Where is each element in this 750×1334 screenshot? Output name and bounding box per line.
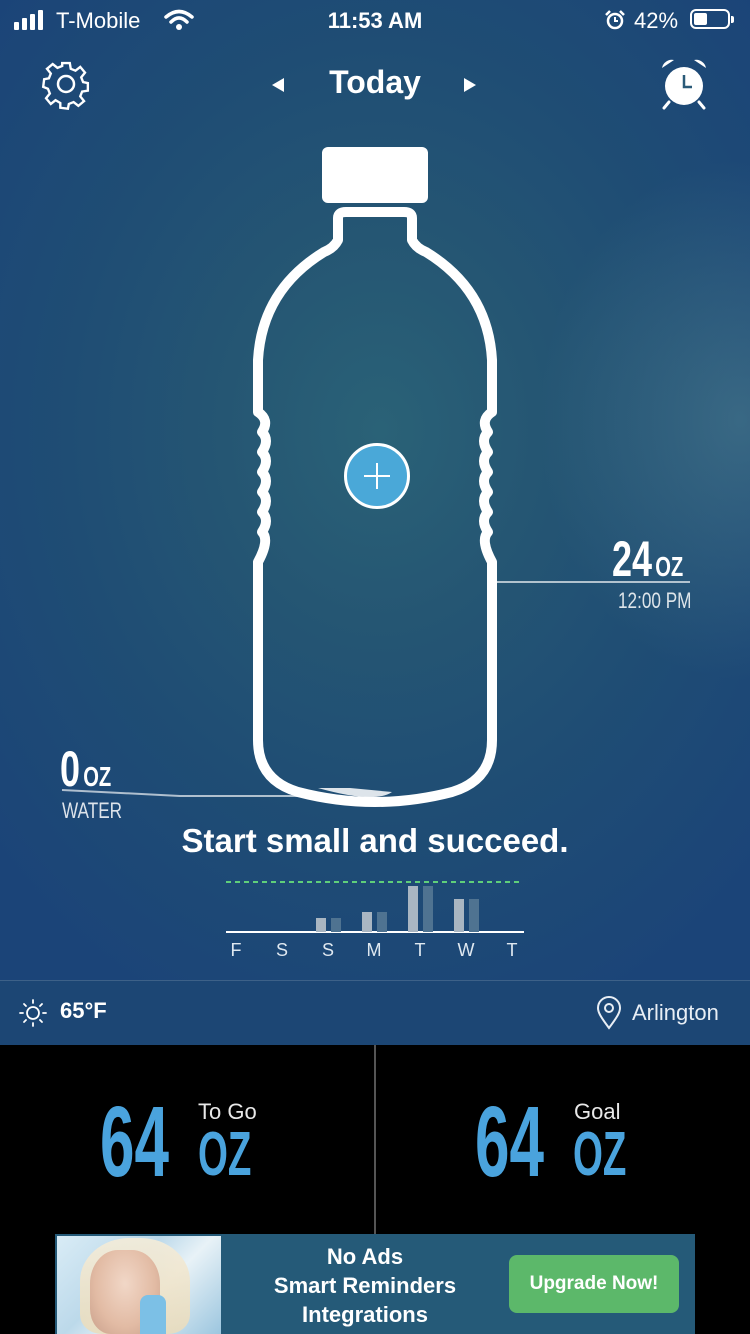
temperature: 65°F	[60, 998, 107, 1023]
right-marker-time: 12:00 PM	[618, 588, 692, 613]
upgrade-now-button[interactable]: Upgrade Now!	[509, 1255, 679, 1313]
bar-sun-a	[316, 918, 326, 932]
next-day-arrow[interactable]	[464, 78, 476, 92]
battery-percent: 42%	[634, 8, 679, 33]
day-label: S	[275, 940, 288, 960]
bar-sun-b	[331, 918, 341, 932]
ad-line: Integrations	[302, 1302, 428, 1327]
status-bar: T-Mobile 11:53 AM 42%	[0, 0, 750, 40]
ad-image-bottle	[140, 1295, 166, 1334]
ad-features: No Ads Smart Reminders Integrations	[225, 1242, 505, 1329]
tagline: Start small and succeed.	[181, 822, 569, 859]
alarm-status-icon	[605, 10, 625, 30]
add-water-button[interactable]	[344, 443, 410, 509]
ad-line: Smart Reminders	[273, 1273, 457, 1298]
page-title: Today	[329, 64, 421, 100]
bar-wed-a	[454, 899, 464, 932]
to-go-value: 64	[100, 1086, 169, 1198]
left-marker-value: 0 OZ	[60, 741, 112, 797]
right-marker-value: 24 OZ	[612, 531, 684, 587]
to-go-unit: OZ	[198, 1120, 252, 1189]
day-label: T	[414, 940, 426, 960]
bar-tue-b	[423, 886, 433, 932]
sun-icon	[19, 999, 47, 1027]
location-label[interactable]: Arlington	[632, 1000, 719, 1026]
battery-icon	[690, 9, 734, 29]
bar-wed-b	[469, 899, 479, 932]
left-marker-label: WATER	[62, 798, 123, 823]
bar-mon-a	[362, 912, 372, 932]
bar-tue-a	[408, 886, 418, 932]
bottle-cap	[322, 147, 428, 203]
day-label: T	[506, 940, 518, 960]
stats-divider	[374, 1045, 376, 1235]
day-label: F	[230, 940, 242, 960]
ad-line: No Ads	[326, 1244, 404, 1269]
day-label: M	[366, 940, 382, 960]
location-pin-icon[interactable]	[596, 996, 622, 1030]
day-label: W	[457, 940, 475, 960]
bar-mon-b	[377, 912, 387, 932]
goal-value: 64	[475, 1086, 544, 1198]
weekly-chart	[226, 881, 524, 933]
alarm-clock-icon[interactable]	[656, 56, 712, 112]
day-label: S	[321, 940, 334, 960]
goal-unit: OZ	[573, 1120, 627, 1189]
